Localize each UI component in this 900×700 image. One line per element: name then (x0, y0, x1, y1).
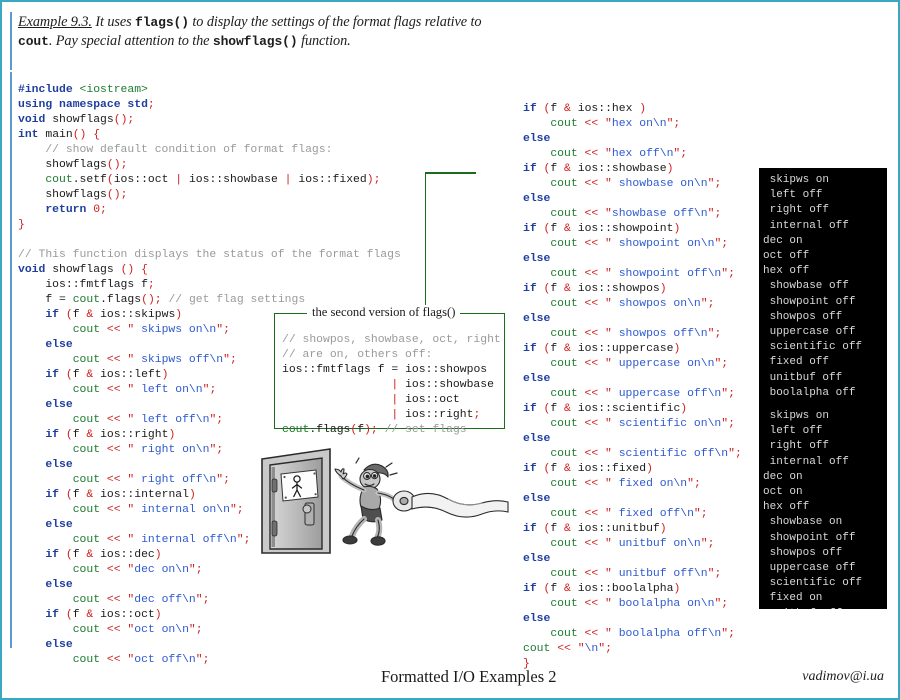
header-text-3: . Pay special attention to the (48, 33, 213, 49)
example-label: Example 9.3. (18, 14, 92, 30)
callout-leader-horizontal (426, 172, 476, 174)
console-run-2: skipws on left off right off internal of… (763, 410, 863, 609)
left-code-accent-bar (10, 72, 12, 648)
callout-code: // showpos, showbase, oct, right // are … (282, 334, 501, 437)
door-graphic (261, 448, 331, 554)
console-gap (763, 401, 887, 409)
cartoon-illustration (261, 448, 509, 554)
callout-box: // showpos, showbase, oct, right // are … (274, 313, 505, 436)
header-text-4: function. (297, 33, 351, 49)
example-description: Example 9.3. It uses flags() to display … (18, 13, 488, 51)
header-text-1: It uses (91, 14, 136, 30)
code-block-right: if (f & ios::hex ) cout << "hex on\n"; e… (523, 103, 742, 671)
console-output-panel: skipws on left off right off internal of… (759, 168, 887, 609)
callout-title: the second version of flags() (307, 305, 461, 320)
header-code-flags: flags() (135, 15, 189, 30)
console-run-1: skipws on left off right off internal of… (763, 174, 863, 399)
footer-title: Formatted I/O Examples 2 (381, 667, 557, 686)
slide-page: Example 9.3. It uses flags() to display … (0, 0, 900, 700)
footer-email: vadimov@i.ua (802, 669, 884, 684)
header-accent-bar (10, 12, 12, 70)
toilet-paper-streamer (411, 492, 509, 518)
callout-leader-vertical (424, 172, 426, 313)
header-code-showflags: showflags() (212, 34, 298, 49)
header-code-cout: cout (18, 34, 49, 49)
running-person-graphic (334, 457, 416, 546)
header-text-2: to display the settings of the format fl… (188, 14, 482, 30)
